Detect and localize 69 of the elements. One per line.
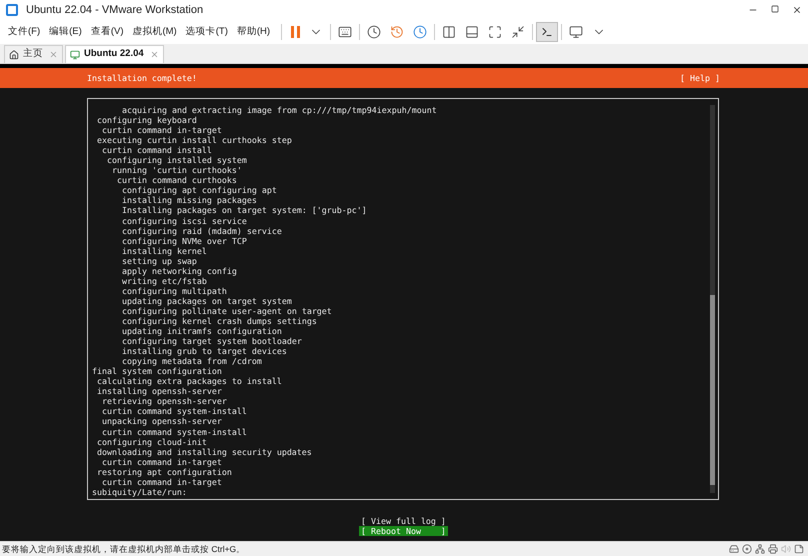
close-icon[interactable] xyxy=(792,5,802,15)
log-line: curtin command system-install xyxy=(102,406,248,416)
speaker-icon xyxy=(781,544,791,554)
log-line: acquiring and extracting image from cp:///tmp/tmp94iexpuh/mount xyxy=(122,104,438,114)
scrollbar[interactable] xyxy=(710,105,715,493)
log-line: restoring apt configuration xyxy=(97,466,233,476)
app-icon xyxy=(6,4,18,16)
log-line: running 'curtin curthooks' xyxy=(112,165,243,174)
menu-item[interactable]: 选项卡(T) xyxy=(184,24,230,40)
log-line: apply networking config xyxy=(122,266,238,275)
window-title: Ubuntu 22.04 - VMware Workstation xyxy=(26,2,204,18)
log-line: subiquity/Late/run: xyxy=(92,486,187,496)
log-line: installing kernel xyxy=(122,246,208,255)
log-line: final system configuration xyxy=(92,366,223,376)
note-icon xyxy=(794,544,804,554)
tab-label: Ubuntu 22.04 xyxy=(84,47,144,62)
log-line: installing openssh-server xyxy=(97,386,223,396)
log-line: downloading and installing security updates xyxy=(97,446,313,456)
log-line: configuring apt configuring apt xyxy=(122,184,278,194)
log-line: retrieving openssh-server xyxy=(102,396,228,406)
log-line: curtin command install xyxy=(102,145,213,154)
printer-icon xyxy=(768,544,778,554)
log-line: configuring kernel crash dumps settings xyxy=(122,316,317,326)
log-line: configuring cloud-init xyxy=(97,436,207,446)
log-line: configuring pollinate user-agent on target xyxy=(122,306,333,315)
log-line: executing curtin install curthooks step xyxy=(97,135,293,144)
log-line: curtin command curthooks xyxy=(117,175,238,184)
header-title: Installation complete! xyxy=(87,72,197,84)
log-line: configuring raid (mdadm) service xyxy=(122,226,283,235)
maximize-icon[interactable] xyxy=(771,5,779,13)
log-line: configuring target system bootloader xyxy=(122,336,303,346)
log-line: writing etc/fstab xyxy=(122,276,208,285)
action-button[interactable]: [ Reboot Now ] xyxy=(359,526,448,536)
menu-item[interactable]: 虚拟机(M) xyxy=(130,24,179,40)
log-line: configuring installed system xyxy=(107,154,248,164)
log-line: copying metadata from /cdrom xyxy=(122,356,263,366)
log-line: curtin command in-target xyxy=(102,476,222,486)
console-icon[interactable] xyxy=(536,22,558,42)
status-message: 要将输入定向到该虚拟机，请在虚拟机内部单击或按 Ctrl+G。 xyxy=(2,542,246,556)
log-line: curtin command in-target xyxy=(102,456,222,466)
log-line: updating packages on target system xyxy=(122,296,293,305)
menu-item[interactable]: 帮助(H) xyxy=(234,24,272,40)
log-line: installing missing packages xyxy=(122,195,258,204)
log-line: installing grub to target devices xyxy=(122,346,288,356)
log-line: configuring NVMe over TCP xyxy=(122,236,248,245)
log-line: configuring multipath xyxy=(122,286,228,295)
log-line: configuring keyboard xyxy=(97,115,198,124)
tab[interactable]: 主页 xyxy=(4,45,63,63)
log-line: updating initramfs configuration xyxy=(122,326,283,336)
home-icon xyxy=(9,50,19,60)
help-link[interactable]: [ Help ] xyxy=(680,72,720,84)
tab-label: 主页 xyxy=(23,47,43,62)
network-icon xyxy=(755,544,765,554)
log-line: calculating extra packages to install xyxy=(97,376,283,386)
menu-item[interactable]: 查看(V) xyxy=(88,24,126,40)
menu-item[interactable]: 文件(F) xyxy=(6,24,42,40)
close-tab-icon xyxy=(49,50,58,59)
action-button[interactable]: [ View full log ] xyxy=(359,516,448,526)
close-tab-icon xyxy=(150,50,159,59)
log-line: Installing packages on target system: ['grub-pc'] xyxy=(122,205,368,215)
log-line: unpacking openssh-server xyxy=(102,416,223,426)
menu-item[interactable]: 编辑(E) xyxy=(47,24,84,40)
log-line: configuring iscsi service xyxy=(122,215,248,225)
disc-icon xyxy=(742,544,752,554)
log-line: curtin command in-target xyxy=(102,125,223,134)
log-line: setting up swap xyxy=(122,256,198,265)
log-line: curtin command system-install xyxy=(102,426,248,436)
vm-icon xyxy=(70,50,80,60)
tab[interactable]: Ubuntu 22.04 xyxy=(65,45,164,63)
